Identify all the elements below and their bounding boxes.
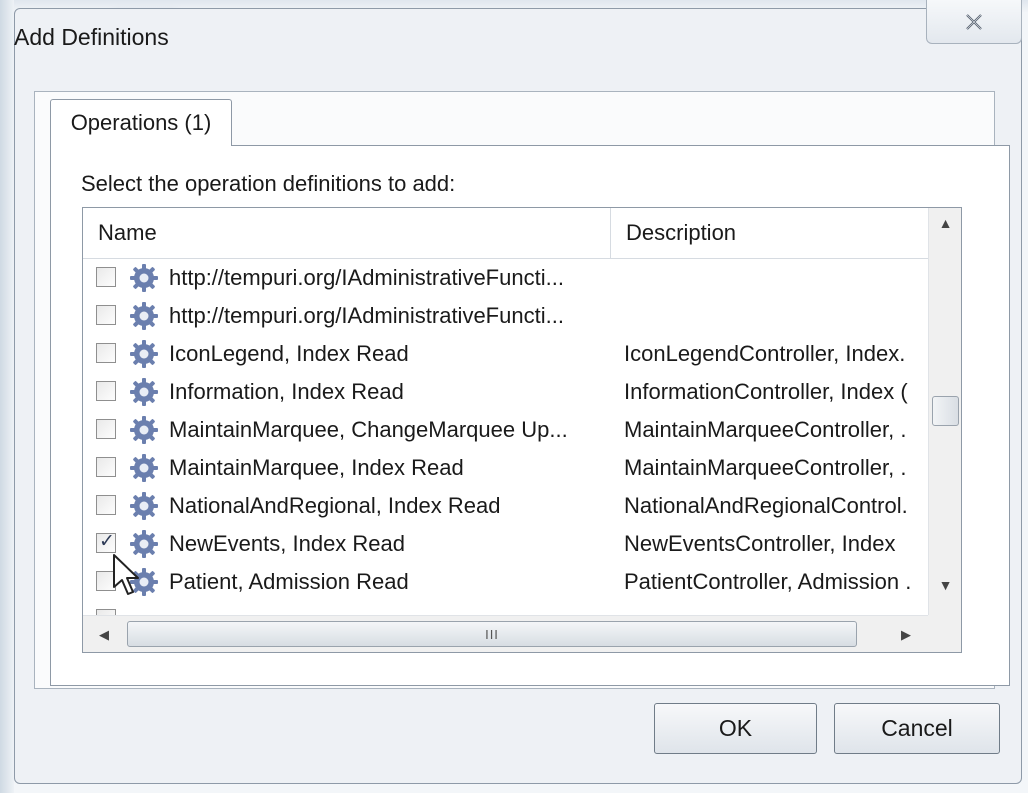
instruction-label: Select the operation definitions to add: — [81, 171, 456, 196]
row-description — [624, 297, 928, 335]
gear-icon — [129, 415, 159, 445]
row-checkbox[interactable] — [96, 267, 116, 287]
list-item[interactable]: http://tempuri.org/IAdministrativeFuncti… — [83, 297, 928, 335]
vertical-scrollbar[interactable]: ▲ ▼ — [928, 208, 961, 615]
row-name: NewEvents, Index Read — [169, 531, 406, 556]
background-app-left — [0, 0, 14, 793]
scroll-down-icon[interactable]: ▼ — [929, 570, 961, 600]
row-description: MaintainMarqueeController, . — [624, 417, 907, 442]
list-item[interactable]: NationalAndRegional, Index Read NationalA… — [83, 487, 928, 525]
scroll-up-icon[interactable]: ▲ — [929, 208, 961, 238]
scroll-left-icon[interactable]: ◀ — [87, 616, 121, 652]
vertical-scroll-thumb[interactable] — [932, 396, 959, 426]
gear-icon — [129, 263, 159, 293]
cancel-button[interactable]: Cancel — [834, 703, 1000, 754]
row-name: IconLegend, Index Read — [169, 341, 409, 366]
ok-button[interactable]: OK — [654, 703, 817, 754]
horizontal-scroll-thumb[interactable]: III — [127, 621, 857, 647]
list-item[interactable]: Patient, Admission Read PatientController… — [83, 563, 928, 601]
row-name: Patient, Admission Read — [169, 569, 409, 594]
row-checkbox[interactable] — [96, 381, 116, 401]
row-name: Information, Index Read — [169, 379, 404, 404]
row-description: MaintainMarqueeController, . — [624, 455, 907, 480]
row-name: MaintainMarquee, Index Read — [169, 455, 464, 480]
row-description — [624, 259, 928, 297]
row-checkbox[interactable] — [96, 495, 116, 515]
row-description: PatientController, Admission . — [624, 569, 912, 594]
list-item[interactable]: MaintainMarquee, ChangeMarquee Up... Main… — [83, 411, 928, 449]
list-item[interactable]: ✓ NewEvents, Index Read NewEventsControlle… — [83, 525, 928, 563]
dialog-title: Add Definitions — [14, 24, 169, 50]
list-rows: http://tempuri.org/IAdministrativeFuncti… — [83, 259, 928, 615]
row-checkbox[interactable] — [96, 343, 116, 363]
row-name: NationalAndRegional, Index Read — [169, 493, 501, 518]
gear-icon — [129, 301, 159, 331]
row-checkbox[interactable]: ✓ — [96, 531, 116, 553]
gear-icon — [129, 339, 159, 369]
list-item[interactable]: MaintainMarquee, Index Read MaintainMarqu… — [83, 449, 928, 487]
checkmark-icon: ✓ — [99, 531, 115, 552]
horizontal-scrollbar[interactable]: ◀ III ▶ — [83, 615, 928, 652]
list-item[interactable]: IconLegend, Index Read IconLegendControll… — [83, 335, 928, 373]
mouse-pointer-icon — [113, 554, 139, 595]
row-checkbox[interactable] — [96, 305, 116, 325]
row-name: MaintainMarquee, ChangeMarquee Up... — [169, 417, 568, 442]
list-item-partial[interactable] — [83, 601, 928, 615]
list-header: Name Description — [83, 208, 928, 259]
row-description: IconLegendController, Index. — [624, 341, 906, 366]
scrollbar-corner — [928, 615, 961, 652]
column-header-description[interactable]: Description — [611, 208, 928, 258]
close-icon — [966, 13, 982, 30]
row-description: NewEventsController, Index — [624, 531, 896, 556]
row-name: http://tempuri.org/IAdministrativeFuncti… — [169, 303, 564, 328]
row-checkbox[interactable] — [96, 419, 116, 439]
close-button[interactable] — [926, 0, 1022, 44]
gear-icon — [129, 377, 159, 407]
list-item[interactable]: Information, Index Read InformationContro… — [83, 373, 928, 411]
gear-icon — [129, 453, 159, 483]
list-item[interactable]: http://tempuri.org/IAdministrativeFuncti… — [83, 259, 928, 297]
tab-operations[interactable]: Operations (1) — [50, 99, 232, 146]
row-description: InformationController, Index ( — [624, 379, 908, 404]
column-header-name[interactable]: Name — [83, 208, 611, 258]
row-name: http://tempuri.org/IAdministrativeFuncti… — [169, 265, 564, 290]
scroll-right-icon[interactable]: ▶ — [889, 616, 923, 652]
operations-list[interactable]: Name Description http://tempuri.org/IAdm… — [82, 207, 962, 653]
row-checkbox[interactable] — [96, 457, 116, 477]
gear-icon — [129, 491, 159, 521]
row-description: NationalAndRegionalControl. — [624, 493, 908, 518]
